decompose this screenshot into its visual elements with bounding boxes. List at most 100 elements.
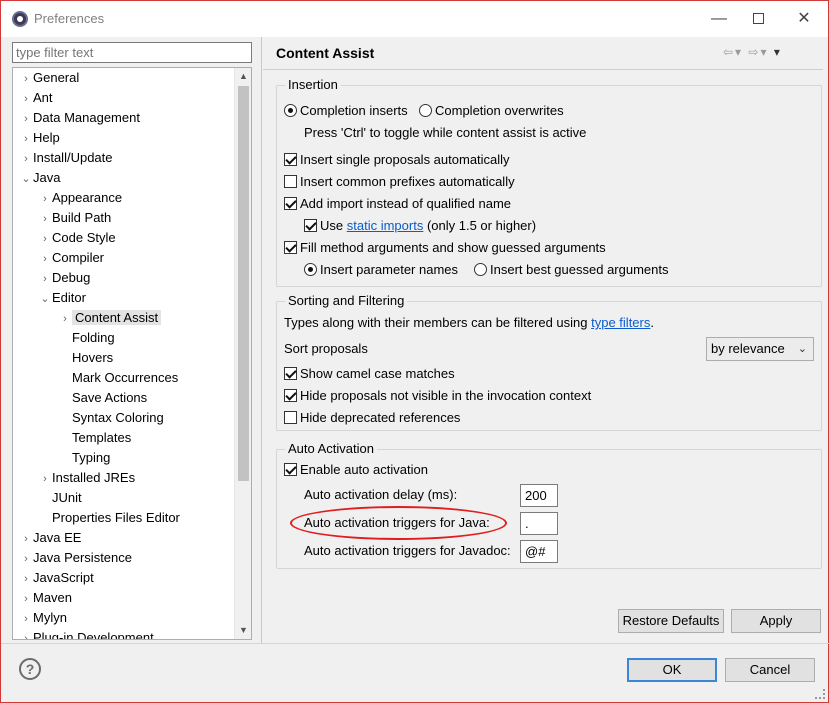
checkbox-indicator[interactable]	[284, 463, 297, 476]
tree-item[interactable]: › Debug	[38, 268, 90, 288]
tree-item[interactable]: › Java Persistence	[19, 548, 132, 568]
chevron-right-icon[interactable]: ›	[38, 189, 52, 209]
chevron-right-icon[interactable]: ›	[19, 569, 33, 589]
tree-item[interactable]: › General	[19, 68, 79, 88]
insert-best-guessed-radio[interactable]: Insert best guessed arguments	[474, 260, 669, 280]
chevron-right-icon[interactable]: ›	[38, 269, 52, 289]
chevron-down-icon[interactable]: ⌄	[19, 169, 33, 189]
tree-item[interactable]: › Ant	[19, 88, 52, 109]
checkbox-indicator[interactable]	[284, 153, 297, 166]
tree-item[interactable]: › Build Path	[38, 208, 111, 228]
tree-item[interactable]: › Installed JREs	[38, 468, 135, 488]
menu-icon[interactable]: ▾	[774, 45, 782, 59]
tree-item[interactable]: › Content Assist	[58, 308, 162, 329]
back-icon[interactable]: ⇦▾	[723, 45, 743, 59]
scroll-up-icon[interactable]: ▲	[235, 68, 251, 85]
tree-item[interactable]: JUnit	[38, 488, 82, 508]
tree-item[interactable]: › Install/Update	[19, 148, 112, 169]
tree-item[interactable]: Save Actions	[58, 388, 147, 408]
scroll-thumb[interactable]	[238, 86, 249, 481]
ok-button[interactable]: OK	[627, 658, 717, 682]
chevron-right-icon[interactable]: ›	[19, 629, 33, 639]
checkbox-indicator[interactable]	[304, 219, 317, 232]
javadoc-triggers-field[interactable]: @#	[520, 540, 558, 563]
filter-input[interactable]	[12, 42, 252, 63]
tree-item[interactable]: ⌄ Java	[19, 168, 60, 188]
tree-item[interactable]: Folding	[58, 328, 115, 348]
resize-grip[interactable]	[815, 689, 825, 699]
tree-item[interactable]: Typing	[58, 448, 110, 468]
chevron-right-icon[interactable]: ›	[19, 149, 33, 169]
enable-auto-activation-checkbox[interactable]: Enable auto activation	[284, 460, 428, 480]
tree-item[interactable]: › Code Style	[38, 228, 115, 249]
chevron-right-icon[interactable]: ›	[19, 549, 33, 569]
static-imports-link[interactable]: static imports	[347, 218, 424, 233]
chevron-right-icon[interactable]: ›	[58, 309, 72, 329]
tree-scrollbar[interactable]: ▲ ▼	[234, 68, 251, 639]
checkbox-indicator[interactable]	[284, 411, 297, 424]
chevron-down-icon[interactable]: ⌄	[38, 289, 52, 309]
camel-case-checkbox[interactable]: Show camel case matches	[284, 364, 455, 384]
checkbox-indicator[interactable]	[284, 389, 297, 402]
tree-item[interactable]: › Mylyn	[19, 608, 67, 628]
chevron-right-icon[interactable]: ›	[38, 249, 52, 269]
java-triggers-field[interactable]: .	[520, 512, 558, 535]
checkbox-indicator[interactable]	[284, 175, 297, 188]
help-icon[interactable]: ?	[19, 658, 41, 680]
chevron-right-icon[interactable]: ›	[19, 129, 33, 149]
tree-item[interactable]: Templates	[58, 428, 131, 448]
scroll-down-icon[interactable]: ▼	[235, 622, 251, 639]
fill-method-checkbox[interactable]: Fill method arguments and show guessed a…	[284, 238, 606, 258]
add-import-checkbox[interactable]: Add import instead of qualified name	[284, 194, 511, 214]
forward-icon[interactable]: ⇨▾	[748, 45, 768, 59]
tree-item[interactable]: Syntax Coloring	[58, 408, 164, 428]
checkbox-indicator[interactable]	[284, 197, 297, 210]
chevron-right-icon[interactable]: ›	[19, 109, 33, 129]
checkbox-indicator[interactable]	[284, 241, 297, 254]
chevron-right-icon[interactable]: ›	[38, 229, 52, 249]
chevron-right-icon[interactable]: ›	[38, 469, 52, 489]
hide-deprecated-checkbox[interactable]: Hide deprecated references	[284, 408, 460, 428]
sort-proposals-select[interactable]: by relevance ⌄	[706, 337, 814, 361]
completion-overwrites-radio[interactable]: Completion overwrites	[419, 101, 564, 121]
chevron-right-icon[interactable]: ›	[38, 209, 52, 229]
radio-indicator[interactable]	[419, 104, 432, 117]
delay-field[interactable]: 200	[520, 484, 558, 507]
insert-parameter-names-radio[interactable]: Insert parameter names	[304, 260, 458, 280]
close-button[interactable]: ✕	[789, 7, 819, 31]
completion-inserts-radio[interactable]: Completion inserts	[284, 101, 408, 121]
chevron-right-icon[interactable]: ›	[19, 609, 33, 629]
tree-item[interactable]: › Data Management	[19, 108, 140, 128]
checkbox-indicator[interactable]	[284, 367, 297, 380]
minimize-button[interactable]: —	[704, 7, 734, 31]
chevron-right-icon[interactable]: ›	[19, 89, 33, 109]
insert-common-checkbox[interactable]: Insert common prefixes automatically	[284, 172, 515, 192]
chevron-right-icon[interactable]: ›	[19, 589, 33, 609]
chevron-right-icon[interactable]: ›	[19, 69, 33, 89]
tree-item[interactable]: Mark Occurrences	[58, 368, 178, 388]
pane-divider[interactable]	[261, 37, 262, 643]
type-filters-link[interactable]: type filters	[591, 315, 650, 330]
apply-button[interactable]: Apply	[731, 609, 821, 633]
restore-defaults-button[interactable]: Restore Defaults	[618, 609, 724, 633]
radio-indicator[interactable]	[474, 263, 487, 276]
tree-item[interactable]: Hovers	[58, 348, 113, 368]
tree-item[interactable]: › Plug-in Development	[19, 628, 154, 639]
use-static-imports-checkbox[interactable]: Use static imports (only 1.5 or higher)	[304, 216, 536, 236]
cancel-button[interactable]: Cancel	[725, 658, 815, 682]
tree-item[interactable]: Properties Files Editor	[38, 508, 180, 528]
tree-item[interactable]: › Appearance	[38, 188, 122, 208]
tree-item[interactable]: › JavaScript	[19, 568, 94, 588]
radio-indicator[interactable]	[284, 104, 297, 117]
history-nav[interactable]: ⇦▾ ⇨▾ ▾	[723, 45, 782, 59]
insert-single-checkbox[interactable]: Insert single proposals automatically	[284, 150, 510, 170]
radio-indicator[interactable]	[304, 263, 317, 276]
maximize-button[interactable]	[743, 7, 773, 31]
tree-item[interactable]: › Java EE	[19, 528, 81, 548]
hide-not-visible-checkbox[interactable]: Hide proposals not visible in the invoca…	[284, 386, 591, 406]
chevron-right-icon[interactable]: ›	[19, 529, 33, 549]
tree-item[interactable]: ⌄ Editor	[38, 288, 86, 308]
tree-item[interactable]: › Help	[19, 128, 60, 148]
tree-item[interactable]: › Compiler	[38, 248, 104, 268]
tree-item[interactable]: › Maven	[19, 588, 72, 608]
